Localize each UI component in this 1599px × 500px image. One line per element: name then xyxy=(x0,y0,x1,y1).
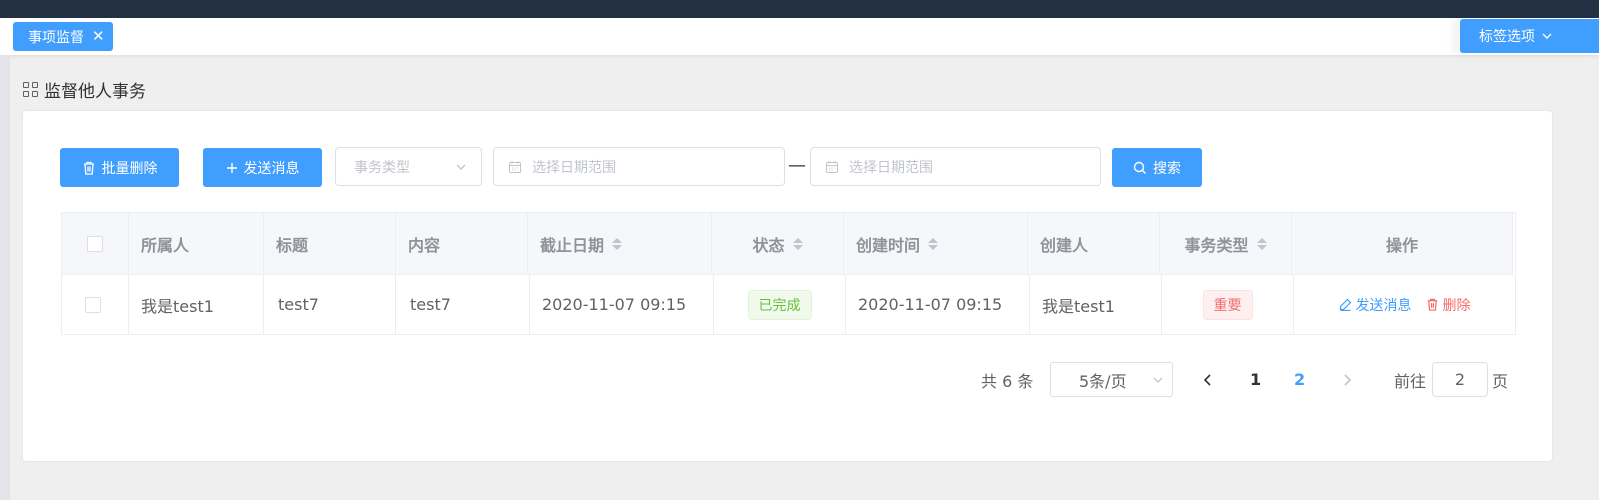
column-header-owner: 所属人 xyxy=(129,213,264,274)
type-select-placeholder: 事务类型 xyxy=(354,159,410,176)
cell-type: 重要 xyxy=(1162,275,1294,334)
cell-title: test7 xyxy=(264,275,396,334)
table-header: 所属人 标题 内容 截止日期 状态 创建时间 创建人 事务类型 操作 xyxy=(62,213,1513,275)
page-size-value: 5条/页 xyxy=(1079,371,1127,391)
chevron-down-icon xyxy=(456,164,466,170)
content-card: 批量删除 发送消息 事务类型 选择日期范围 — 选择日期范围 搜索 所属人 标题… xyxy=(22,110,1553,462)
sort-icon[interactable] xyxy=(792,237,803,250)
date-end-placeholder: 选择日期范围 xyxy=(849,159,933,176)
trash-icon xyxy=(1427,298,1437,311)
plus-icon xyxy=(226,162,237,173)
status-badge: 已完成 xyxy=(747,289,812,320)
pagination-total: 共 6 条 xyxy=(981,371,1034,391)
chevron-down-icon xyxy=(1153,377,1163,383)
row-delete-label: 删除 xyxy=(1442,297,1471,314)
page-title: 监督他人事务 xyxy=(23,77,146,102)
page-number-2[interactable]: 2 xyxy=(1294,362,1305,397)
sort-icon[interactable] xyxy=(612,237,623,250)
deadline-header-label: 截止日期 xyxy=(540,235,605,255)
page-title-text: 监督他人事务 xyxy=(44,82,146,102)
calendar-icon xyxy=(509,160,521,173)
batch-delete-button[interactable]: 批量删除 xyxy=(60,148,179,187)
sort-icon[interactable] xyxy=(1256,237,1267,250)
column-header-title: 标题 xyxy=(264,213,396,274)
tabs-bar: 事项监督 ✕ 标签选项 xyxy=(0,18,1599,55)
date-start-input[interactable]: 选择日期范围 xyxy=(493,147,785,186)
column-header-created-at[interactable]: 创建时间 xyxy=(844,213,1028,274)
page-number-1[interactable]: 1 xyxy=(1250,362,1261,397)
type-badge: 重要 xyxy=(1202,289,1253,320)
top-header-bar xyxy=(0,0,1599,18)
chevron-down-icon xyxy=(1542,33,1552,39)
column-header-type[interactable]: 事务类型 xyxy=(1160,213,1292,274)
pagination: 共 6 条 xyxy=(981,362,1033,397)
sort-icon[interactable] xyxy=(928,237,939,250)
data-table: 所属人 标题 内容 截止日期 状态 创建时间 创建人 事务类型 操作 我是tes… xyxy=(61,212,1516,335)
type-header-label: 事务类型 xyxy=(1184,235,1249,255)
cell-created-at: 2020-11-07 09:15 xyxy=(846,275,1030,334)
cell-creator: 我是test1 xyxy=(1030,275,1162,334)
date-separator: — xyxy=(788,155,806,176)
tab-options-button[interactable]: 标签选项 xyxy=(1460,19,1599,53)
column-header-creator: 创建人 xyxy=(1028,213,1160,274)
close-icon[interactable]: ✕ xyxy=(92,29,105,44)
tab-active[interactable]: 事项监督 ✕ xyxy=(13,22,113,51)
next-page-button[interactable] xyxy=(1340,362,1354,397)
column-header-deadline[interactable]: 截止日期 xyxy=(528,213,712,274)
edit-icon xyxy=(1339,298,1351,311)
search-label: 搜索 xyxy=(1153,160,1181,177)
row-checkbox[interactable] xyxy=(84,296,101,313)
row-send-message-link[interactable]: 发送消息 xyxy=(1339,295,1412,315)
search-icon xyxy=(1133,161,1146,174)
page-size-select[interactable]: 5条/页 xyxy=(1050,362,1173,397)
cell-deadline: 2020-11-07 09:15 xyxy=(530,275,714,334)
chevron-left-icon xyxy=(1203,373,1211,386)
row-delete-link[interactable]: 删除 xyxy=(1426,295,1471,315)
row-send-message-label: 发送消息 xyxy=(1355,297,1412,314)
table-row: 我是test1 test7 test7 2020-11-07 09:15 已完成… xyxy=(62,275,1515,334)
header-select-cell xyxy=(62,213,129,274)
prev-page-button[interactable] xyxy=(1201,362,1215,397)
tab-label: 事项监督 xyxy=(28,29,84,46)
cell-owner: 我是test1 xyxy=(129,275,264,334)
column-header-status[interactable]: 状态 xyxy=(712,213,844,274)
search-button[interactable]: 搜索 xyxy=(1112,148,1202,187)
calendar-icon xyxy=(826,160,838,173)
trash-icon xyxy=(83,161,94,175)
send-message-label: 发送消息 xyxy=(243,160,300,177)
column-header-content: 内容 xyxy=(396,213,528,274)
created-at-header-label: 创建时间 xyxy=(856,235,921,255)
status-header-label: 状态 xyxy=(752,235,785,255)
chevron-right-icon xyxy=(1344,373,1352,386)
select-all-checkbox[interactable] xyxy=(87,235,103,252)
cell-status: 已完成 xyxy=(714,275,846,334)
batch-delete-label: 批量删除 xyxy=(101,160,158,177)
type-select[interactable]: 事务类型 xyxy=(335,147,482,186)
send-message-button[interactable]: 发送消息 xyxy=(203,148,322,187)
cell-actions: 发送消息 删除 xyxy=(1294,275,1515,334)
goto-page-input[interactable]: 2 xyxy=(1432,362,1488,397)
goto-prefix: 前往 xyxy=(1394,371,1427,391)
row-select-cell xyxy=(62,275,129,334)
tab-options-label: 标签选项 xyxy=(1479,29,1535,45)
date-end-input[interactable]: 选择日期范围 xyxy=(810,147,1101,186)
cell-content: test7 xyxy=(396,275,530,334)
sidebar-edge xyxy=(0,55,10,500)
grid-icon xyxy=(23,82,38,97)
date-start-placeholder: 选择日期范围 xyxy=(532,159,616,176)
column-header-actions: 操作 xyxy=(1292,213,1513,274)
goto-suffix: 页 xyxy=(1492,371,1509,391)
